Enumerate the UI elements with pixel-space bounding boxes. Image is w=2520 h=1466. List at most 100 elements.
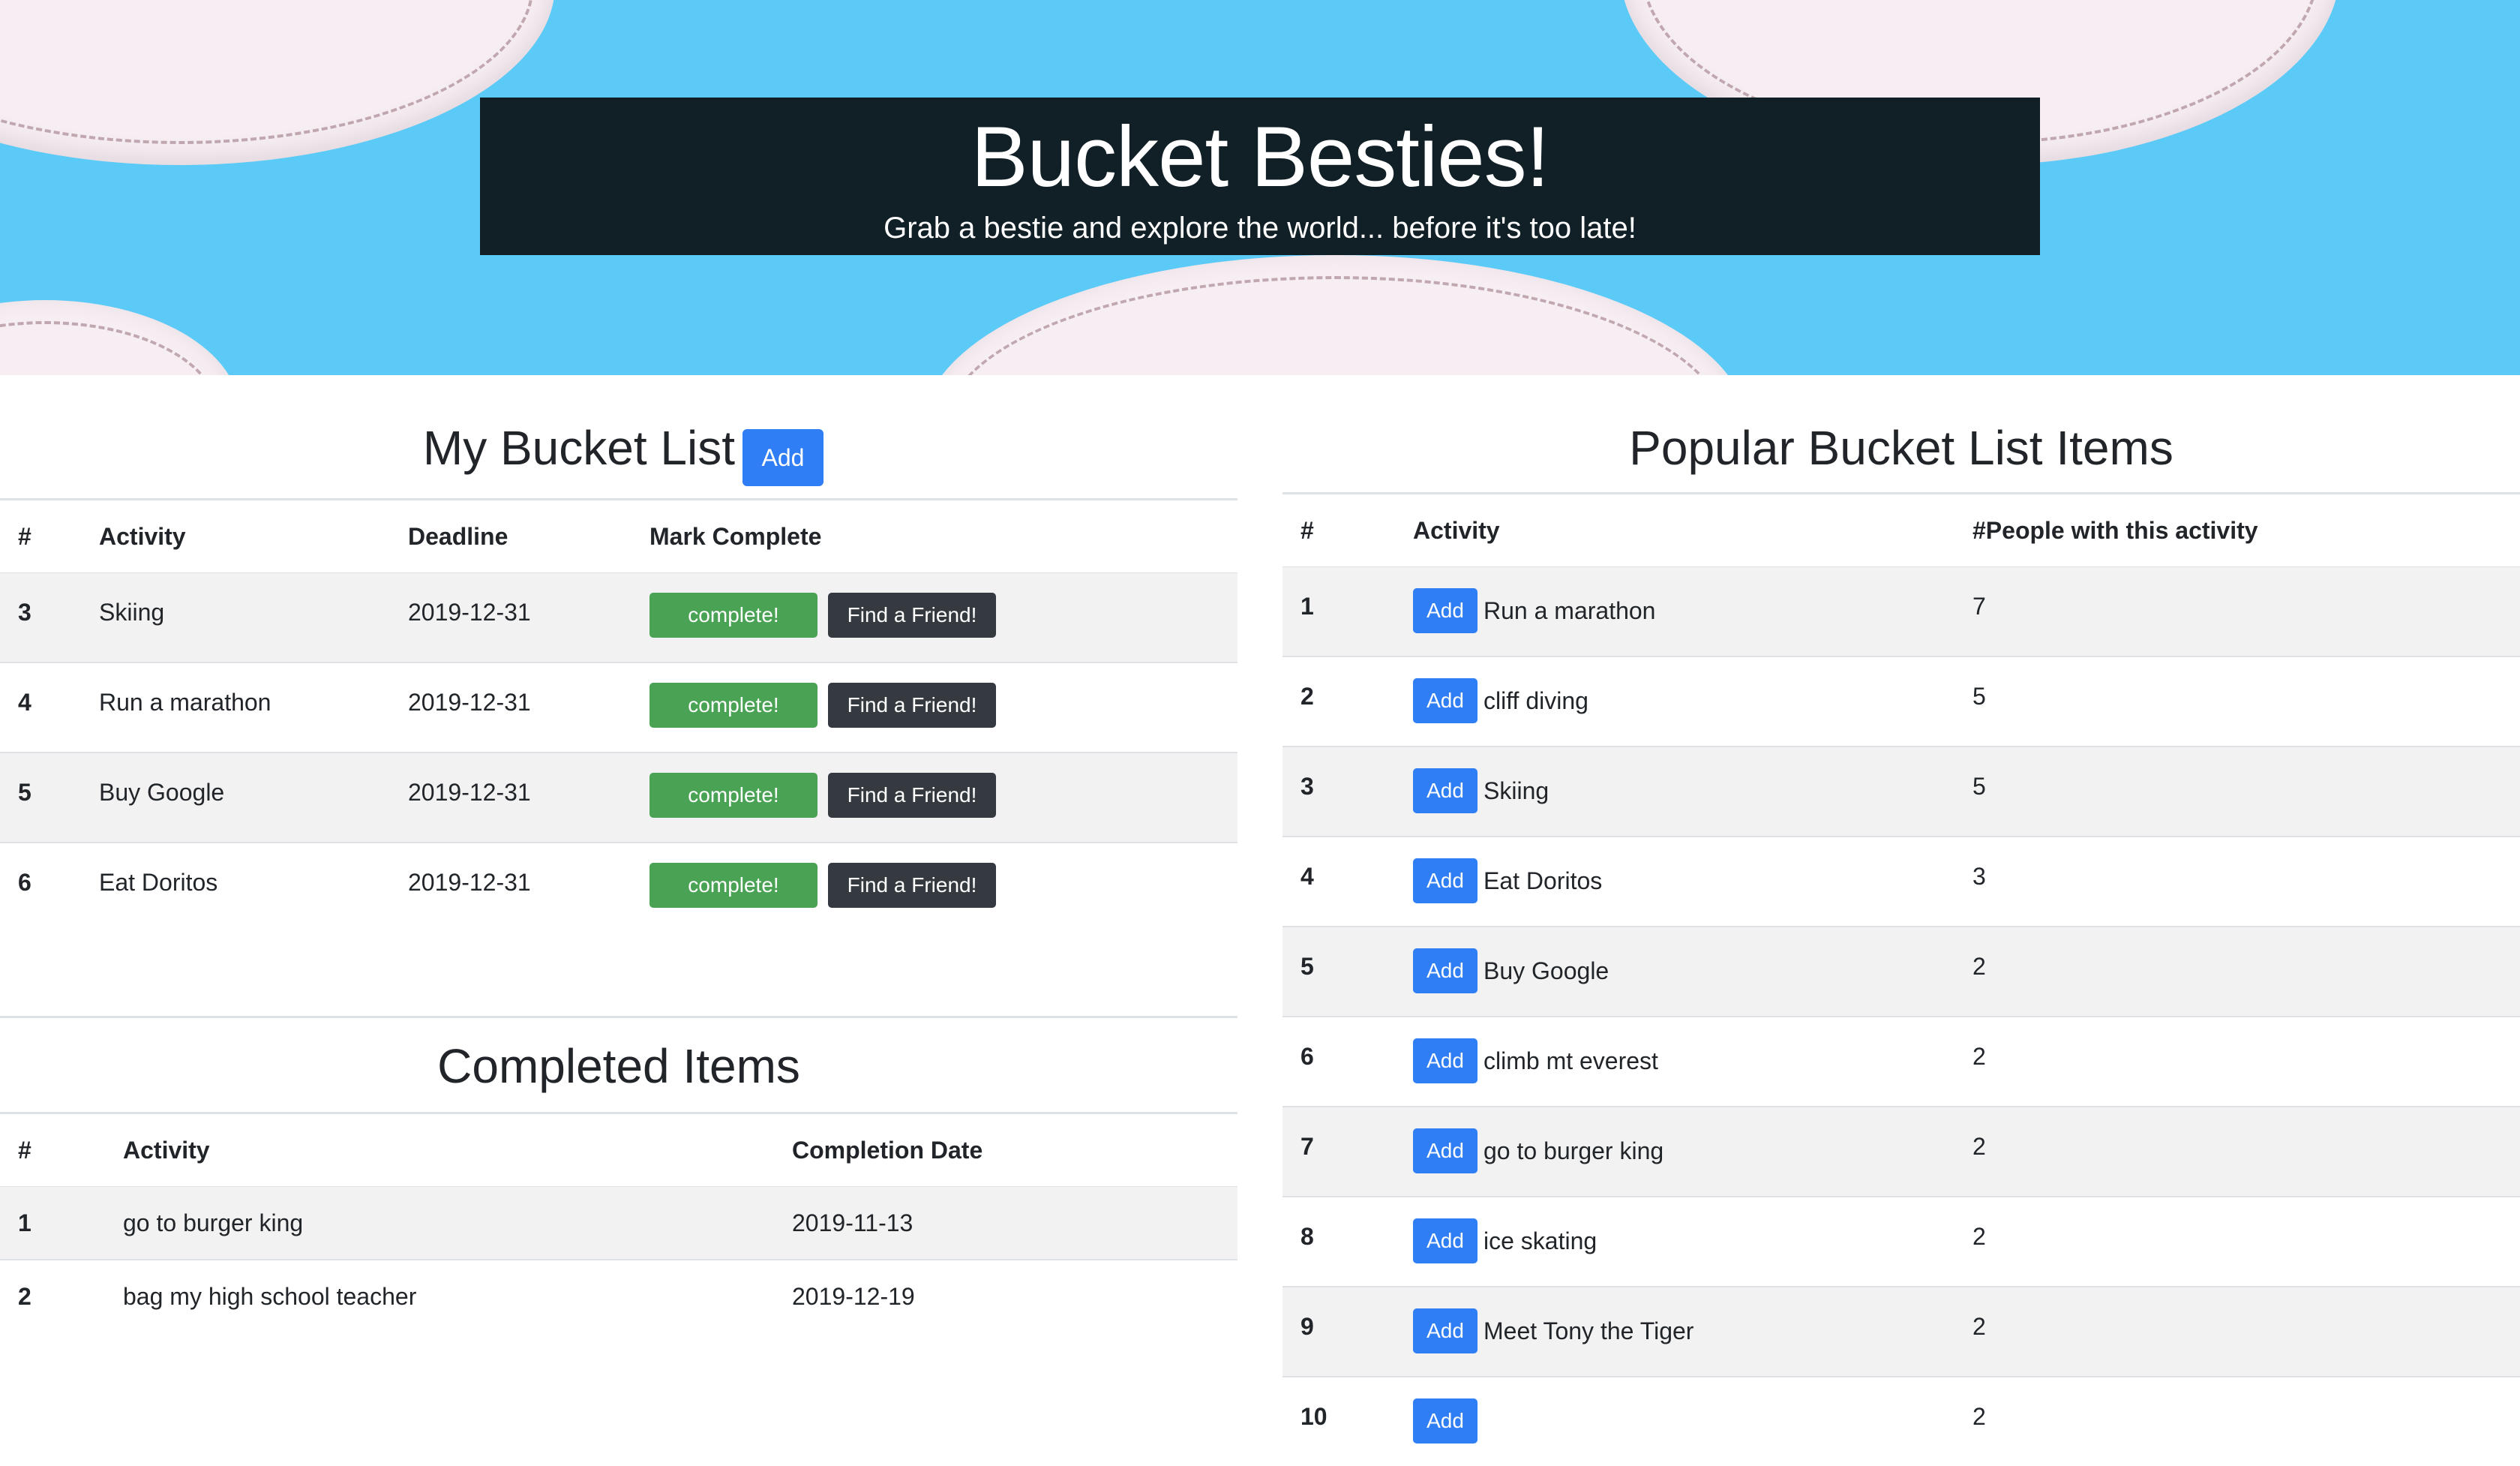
row-activity: Buy Google [99,779,225,806]
complete-button[interactable]: complete! [650,863,818,908]
find-friend-button[interactable]: Find a Friend! [828,593,996,638]
table-row: 10 Add 2 [1282,1377,2520,1466]
add-popular-item-button[interactable]: Add [1413,1218,1478,1263]
row-num: 3 [1300,773,1314,800]
table-row: 1 Add Run a marathon 7 [1282,567,2520,657]
row-people-count: 2 [1972,1313,1986,1340]
row-activity: cliff diving [1484,687,1588,714]
row-people-count: 2 [1972,1133,1986,1160]
popular-items-title: Popular Bucket List Items [1629,421,2174,475]
row-num: 7 [1300,1133,1314,1160]
row-num: 1 [1300,593,1314,620]
row-num: 4 [1300,863,1314,890]
table-header: # Activity Completion Date [0,1112,1238,1189]
add-popular-item-button[interactable]: Add [1413,1398,1478,1443]
header-people-count: #People with this activity [1972,517,2258,544]
table-row: 8 Add ice skating 2 [1282,1197,2520,1287]
table-row: 4 Add Eat Doritos 3 [1282,837,2520,927]
row-activity: Run a marathon [1484,597,1656,624]
add-bucket-item-button[interactable]: Add [742,429,824,486]
table-row: 2 Add cliff diving 5 [1282,657,2520,747]
popular-items-table: # Activity #People with this activity 1 … [1282,492,2520,1443]
row-num: 2 [1300,683,1314,710]
row-deadline: 2019-12-31 [408,869,531,896]
table-header: # Activity #People with this activity [1282,492,2520,569]
row-activity: Buy Google [1484,957,1610,984]
add-popular-item-button[interactable]: Add [1413,948,1478,993]
row-people-count: 3 [1972,863,1986,890]
row-deadline: 2019-12-31 [408,689,531,716]
row-activity: climb mt everest [1484,1047,1658,1074]
row-num: 6 [18,869,32,896]
table-header: # Activity Deadline Mark Complete [0,498,1238,575]
row-num: 1 [18,1209,32,1236]
row-people-count: 2 [1972,1043,1986,1070]
row-activity: ice skating [1484,1227,1598,1254]
row-activity: Meet Tony the Tiger [1484,1317,1694,1344]
header-num: # [18,1137,32,1164]
row-activity: bag my high school teacher [123,1283,417,1310]
row-people-count: 7 [1972,593,1986,620]
row-deadline: 2019-12-31 [408,779,531,806]
add-popular-item-button[interactable]: Add [1413,1038,1478,1083]
header-activity: Activity [123,1137,210,1164]
table-row: 5 Buy Google 2019-12-31 complete! Find a… [0,753,1238,843]
row-people-count: 5 [1972,683,1986,710]
header-completion-date: Completion Date [792,1137,983,1164]
cloud-decoration [0,0,555,165]
row-activity: Skiing [99,599,165,626]
table-row: 9 Add Meet Tony the Tiger 2 [1282,1287,2520,1377]
add-popular-item-button[interactable]: Add [1413,858,1478,903]
row-people-count: 2 [1972,953,1986,980]
table-row: 3 Skiing 2019-12-31 complete! Find a Fri… [0,573,1238,663]
completed-items-table: # Activity Completion Date 1 go to burge… [0,1112,1238,1337]
row-activity: go to burger king [1484,1137,1664,1164]
header-activity: Activity [1413,517,1500,544]
header-num: # [18,523,32,550]
row-activity: Eat Doritos [1484,867,1603,894]
add-popular-item-button[interactable]: Add [1413,1128,1478,1173]
table-row: 2 bag my high school teacher 2019-12-19 [0,1260,1238,1332]
table-row: 7 Add go to burger king 2 [1282,1107,2520,1197]
header-mark-complete: Mark Complete [650,523,822,550]
my-bucket-list-title: My Bucket List [422,421,735,475]
table-row: 1 go to burger king 2019-11-13 [0,1187,1238,1260]
row-num: 10 [1300,1403,1328,1430]
header-deadline: Deadline [408,523,508,550]
complete-button[interactable]: complete! [650,773,818,818]
table-row: 6 Add climb mt everest 2 [1282,1017,2520,1107]
row-num: 4 [18,689,32,716]
row-activity: go to burger king [123,1209,304,1236]
find-friend-button[interactable]: Find a Friend! [828,773,996,818]
table-row: 4 Run a marathon 2019-12-31 complete! Fi… [0,663,1238,753]
header-num: # [1300,517,1314,544]
hero-title-box: Bucket Besties! Grab a bestie and explor… [480,98,2040,255]
page-title: Bucket Besties! [970,110,1550,205]
row-date: 2019-11-13 [792,1209,914,1236]
add-popular-item-button[interactable]: Add [1413,678,1478,723]
row-people-count: 2 [1972,1403,1986,1430]
header-activity: Activity [99,523,186,550]
row-deadline: 2019-12-31 [408,599,531,626]
row-num: 5 [1300,953,1314,980]
add-popular-item-button[interactable]: Add [1413,768,1478,813]
add-popular-item-button[interactable]: Add [1413,588,1478,633]
row-num: 9 [1300,1313,1314,1340]
complete-button[interactable]: complete! [650,593,818,638]
row-activity: Run a marathon [99,689,272,716]
add-popular-item-button[interactable]: Add [1413,1308,1478,1353]
section-divider [0,1016,1238,1018]
cloud-decoration [922,255,1748,375]
find-friend-button[interactable]: Find a Friend! [828,683,996,728]
row-people-count: 2 [1972,1223,1986,1250]
find-friend-button[interactable]: Find a Friend! [828,863,996,908]
row-num: 2 [18,1283,32,1310]
cloud-decoration [0,300,240,375]
row-num: 6 [1300,1043,1314,1070]
hero-banner: Bucket Besties! Grab a bestie and explor… [0,0,2520,375]
row-date: 2019-12-19 [792,1283,915,1310]
page-subtitle: Grab a bestie and explore the world... b… [884,212,1636,245]
completed-items-title: Completed Items [437,1039,800,1093]
complete-button[interactable]: complete! [650,683,818,728]
row-num: 3 [18,599,32,626]
